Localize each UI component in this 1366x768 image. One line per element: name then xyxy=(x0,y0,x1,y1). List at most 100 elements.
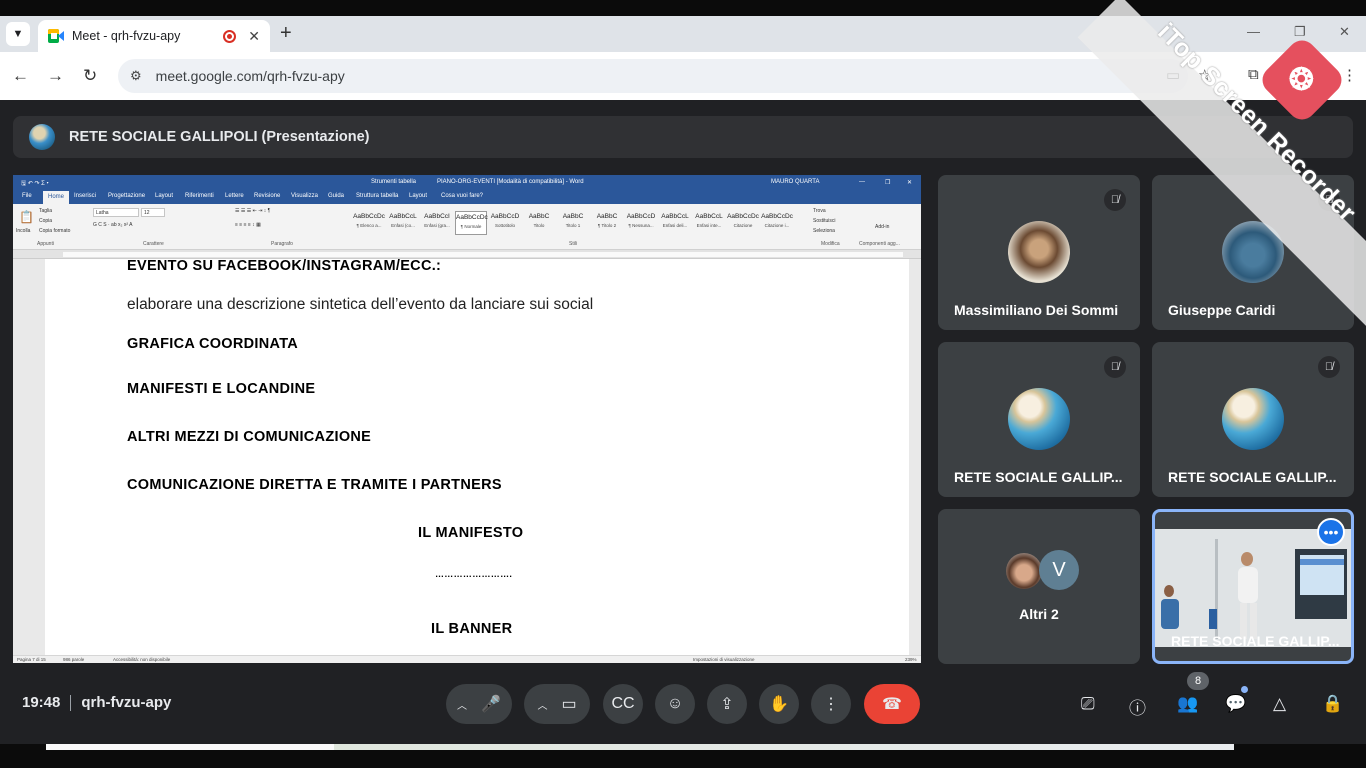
word-count: 986 parole xyxy=(63,657,85,662)
reload-icon[interactable]: ↻ xyxy=(83,66,97,86)
style-item: AaBbCcI Enfasi (gra... xyxy=(424,213,450,228)
chat-icon[interactable]: 💬 xyxy=(1225,694,1246,714)
presentation-header: RETE SOCIALE GALLIPOLI (Presentazione) xyxy=(13,116,1353,158)
doc-paragraph: elaborare una descrizione sintetica dell… xyxy=(127,296,594,313)
more-options-button[interactable]: ⋮ xyxy=(811,684,851,724)
word-title-bar: 🖫 ↶ ↷ Σ ▾ Strumenti tabella PIANO-ORG-EV… xyxy=(13,175,921,190)
self-video-tile[interactable]: ••• RETE SOCIALE GALLIP... xyxy=(1152,509,1354,664)
participant-name: RETE SOCIALE GALLIP... xyxy=(1171,633,1340,649)
tab-title: Meet - qrh-fvzu-apy xyxy=(72,29,181,43)
restore-icon[interactable]: ❐ xyxy=(1294,24,1306,40)
leave-call-button[interactable]: ☎ xyxy=(864,684,920,724)
captions-button[interactable]: CC xyxy=(603,684,643,724)
font-name-box: Latha xyxy=(93,208,139,217)
align-icons: ≡ ≡ ≡ ≡ ↕ ▦ xyxy=(235,222,261,228)
addins-label: Add-in xyxy=(875,224,890,230)
word-tab: Inserisci xyxy=(74,193,97,199)
clock: 19:48 xyxy=(22,694,61,711)
participant-avatar xyxy=(1222,388,1284,450)
paragraph-icons: ☰ ☰ ☰ ⇤ ⇥ ↕ ¶ xyxy=(235,208,271,214)
group-label: Appunti xyxy=(37,241,54,247)
participant-tile[interactable]: 🎙̸ RETE SOCIALE GALLIP... xyxy=(1152,342,1354,497)
presentation-stop-icon[interactable]: ⎚ xyxy=(1081,694,1095,714)
style-item: AaBbCcDc Citazione xyxy=(727,213,759,228)
style-item: AaBbCcL Enfasi inte... xyxy=(695,213,723,228)
word-tab: Progettazione xyxy=(108,193,146,199)
participant-name: RETE SOCIALE GALLIP... xyxy=(954,469,1123,485)
style-item: AaBbC Titolo xyxy=(528,213,550,228)
doc-heading: GRAFICA COORDINATA xyxy=(127,336,299,352)
microphone-button[interactable]: ︿ 🎤 xyxy=(446,684,512,724)
doc-heading: EVENTO SU FACEBOOK/INSTAGRAM/ECC.: xyxy=(127,258,442,274)
doc-heading: MANIFESTI E LOCANDINE xyxy=(127,381,316,397)
zoom-level: 239% xyxy=(905,657,917,662)
meeting-info: 19:48 qrh-fvzu-apy xyxy=(22,694,171,712)
people-icon[interactable]: 👥 xyxy=(1177,694,1198,714)
host-controls-icon[interactable]: 🔒 xyxy=(1322,694,1343,714)
mic-off-icon: 🎙̸ xyxy=(1104,356,1126,378)
window-close-icon[interactable]: ✕ xyxy=(1339,24,1350,40)
participant-tile[interactable]: 🎙̸ Massimiliano Dei Sommi xyxy=(938,175,1140,330)
captions-icon: CC xyxy=(611,695,635,712)
format-painter-label: Copia formato xyxy=(39,228,71,234)
others-tile[interactable]: V Altri 2 xyxy=(938,509,1140,664)
display-settings: Impostazioni di visualizzazione xyxy=(693,657,755,662)
paste-icon: 📋 xyxy=(19,210,34,224)
tab-close-icon[interactable]: ✕ xyxy=(248,28,260,45)
word-minimize-icon: — xyxy=(859,179,865,185)
word-tab: File xyxy=(22,193,32,199)
site-info-icon[interactable]: ⚙ xyxy=(130,68,142,84)
new-tab-button[interactable]: + xyxy=(280,22,292,45)
word-quick-access-icon: 🖫 ↶ ↷ Σ ▾ xyxy=(21,181,49,187)
browser-menu-icon[interactable]: ⋮ xyxy=(1342,66,1357,84)
style-item: AaBbCcDc ¶ Elenco a... xyxy=(353,213,385,228)
chat-notification-dot xyxy=(1241,686,1248,693)
doc-heading-centered: IL MANIFESTO xyxy=(418,525,524,541)
info-icon[interactable]: ⓘ xyxy=(1129,694,1146,719)
word-tab: Riferimenti xyxy=(185,193,214,199)
participants-count-badge: 8 xyxy=(1187,672,1209,690)
presentation-title: RETE SOCIALE GALLIPOLI (Presentazione) xyxy=(69,129,370,145)
word-tab: Layout xyxy=(155,193,174,199)
activities-icon[interactable]: △ xyxy=(1273,694,1286,714)
video-frame-art xyxy=(1155,529,1351,647)
url-text: meet.google.com/qrh-fvzu-apy xyxy=(155,68,345,84)
address-bar[interactable]: ⚙ meet.google.com/qrh-fvzu-apy xyxy=(118,59,1188,93)
shared-screen: 🖫 ↶ ↷ Σ ▾ Strumenti tabella PIANO-ORG-EV… xyxy=(13,175,921,663)
forward-icon[interactable]: → xyxy=(47,66,64,86)
back-icon[interactable]: ← xyxy=(12,66,29,86)
more-options-button[interactable]: ••• xyxy=(1317,518,1345,546)
extensions-icon[interactable]: ⧉ xyxy=(1248,66,1259,83)
browser-tab[interactable]: Meet - qrh-fvzu-apy ✕ xyxy=(38,20,270,52)
page-count: Pagina 7 di 15 xyxy=(17,657,46,662)
minimize-icon[interactable]: — xyxy=(1247,24,1260,39)
select-label: Seleziona xyxy=(813,228,835,234)
google-meet-icon xyxy=(48,29,64,43)
tab-search-button[interactable]: ▼ xyxy=(6,22,30,46)
doc-dots: ……………………. xyxy=(435,569,513,579)
font-size-box: 12 xyxy=(141,208,165,217)
word-status-bar: Pagina 7 di 15 986 parole Accessibilità:… xyxy=(13,655,921,663)
chevron-up-icon[interactable]: ︿ xyxy=(537,697,547,712)
presenter-avatar xyxy=(29,124,55,150)
present-button[interactable]: ⇪ xyxy=(707,684,747,724)
participant-tile[interactable]: 🎙̸ RETE SOCIALE GALLIP... xyxy=(938,342,1140,497)
microphone-icon: 🎤 xyxy=(481,696,501,713)
camera-video xyxy=(1155,529,1351,647)
style-item: AaBbC ¶ Titolo 2 xyxy=(596,213,618,228)
group-label: Stili xyxy=(569,241,578,247)
replace-label: Sostituisci xyxy=(813,218,836,224)
style-item: AaBbCcD Sottotitolo xyxy=(490,213,520,228)
word-tab: Visualizza xyxy=(291,193,318,199)
word-tab: Layout xyxy=(409,193,428,199)
reactions-button[interactable]: ☺ xyxy=(655,684,695,724)
participant-avatar xyxy=(1008,221,1070,283)
style-item-selected: AaBbCcDc ¶ Normale xyxy=(455,211,488,235)
copy-label: Copia xyxy=(39,218,53,224)
chevron-up-icon[interactable]: ︿ xyxy=(457,697,467,712)
present-screen-icon: ⇪ xyxy=(720,696,734,713)
participant-avatar xyxy=(1006,553,1042,589)
raise-hand-button[interactable]: ✋ xyxy=(759,684,799,724)
camera-button[interactable]: ︿ ▭ xyxy=(524,684,590,724)
recording-icon xyxy=(223,29,237,43)
